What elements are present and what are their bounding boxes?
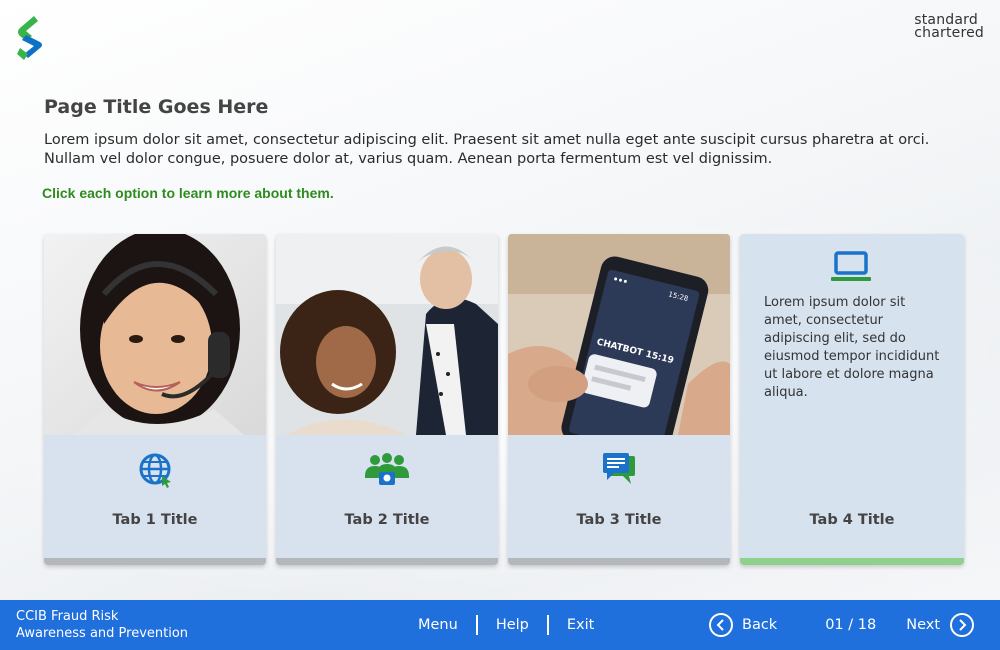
next-label: Next [906,617,940,633]
intro-line-2: Nullam vel dolor congue, posuere dolor a… [44,151,773,167]
tab-4-description: Lorem ipsum dolor sit amet, consectetur … [764,295,940,400]
chevron-right-icon [950,613,974,637]
globe-icon [139,453,171,488]
tab-card-1-panel: Tab 1 Title [44,435,266,558]
chevron-left-icon [709,613,733,637]
footer-bar: CCIB Fraud Risk Awareness and Prevention… [0,600,1000,650]
page-title: Page Title Goes Here [44,96,269,118]
pager: Back 01 / 18 Next [709,600,974,650]
help-link[interactable]: Help [478,617,547,633]
exit-link[interactable]: Exit [549,617,612,633]
course-title-line-2: Awareness and Prevention [16,626,189,641]
back-label: Back [742,617,778,633]
chatbot-phone-photo: 15:28 CHATBOT 15:19 [508,234,730,435]
course-title: CCIB Fraud Risk Awareness and Prevention [16,608,188,642]
tab-cards: Tab 1 Title Tab 2 Title 15:28 CHATBOT 15… [44,234,964,566]
tab-3-status-bar [508,558,730,565]
tab-card-2[interactable]: Tab 2 Title [276,234,498,565]
brand-wordmark: standard chartered [914,13,984,41]
call-center-agent-photo [44,234,266,435]
intro-line-1: Lorem ipsum dolor sit amet, consectetur … [44,132,930,148]
colleagues-photo [276,234,498,435]
course-title-line-1: CCIB Fraud Risk [16,609,119,624]
tab-1-title: Tab 1 Title [112,512,198,528]
tab-4-status-bar [740,558,964,565]
brand-line-2: chartered [914,25,984,41]
footer-nav: Menu Help Exit [400,600,612,650]
page-counter: 01 / 18 [825,617,877,633]
tab-card-3-panel: Tab 3 Title [508,435,730,558]
back-button[interactable]: Back [709,613,777,637]
standard-chartered-logo [17,16,42,60]
tab-2-title: Tab 2 Title [344,512,430,528]
menu-link[interactable]: Menu [400,617,476,633]
tab-1-status-bar [44,558,266,565]
tab-card-4[interactable]: Lorem ipsum dolor sit amet, consectetur … [740,234,964,565]
chat-icon [603,453,635,484]
tab-card-3[interactable]: 15:28 CHATBOT 15:19 Tab 3 Title [508,234,730,565]
instruction-text: Click each option to learn more about th… [42,185,334,201]
intro-text: Lorem ipsum dolor sit amet, consectetur … [44,131,964,169]
tab-3-title: Tab 3 Title [576,512,662,528]
next-button[interactable]: Next [906,613,974,637]
tab-2-status-bar [276,558,498,565]
tab-card-2-panel: Tab 2 Title [276,435,498,558]
team-icon [365,453,409,485]
laptop-icon [831,251,871,281]
tab-card-1[interactable]: Tab 1 Title [44,234,266,565]
tab-4-title: Tab 4 Title [809,512,895,528]
